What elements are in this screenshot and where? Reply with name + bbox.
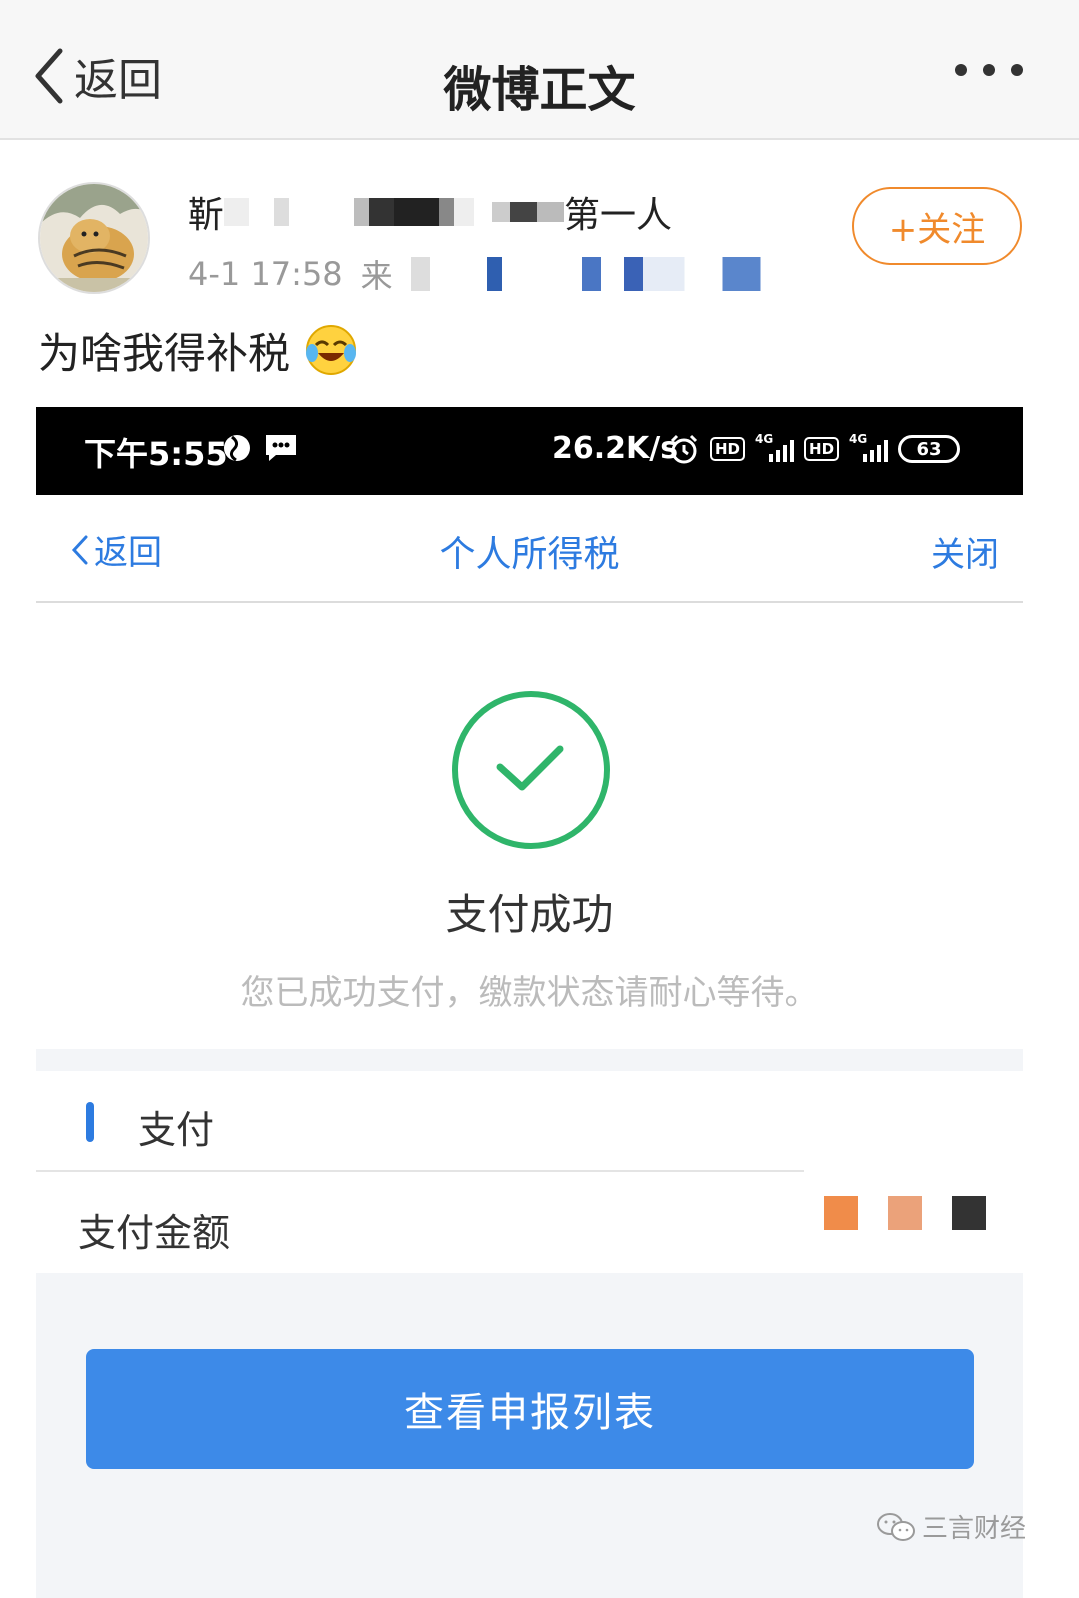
hd-badge: HD <box>710 437 746 461</box>
network-globe-icon <box>224 435 250 462</box>
follow-button[interactable]: +关注 <box>852 187 1022 265</box>
close-button[interactable]: 关闭 <box>931 527 999 576</box>
page-title: 微博正文 <box>443 62 636 118</box>
watermark-text: 三言财经 <box>922 1514 1027 1544</box>
battery-indicator: 63 <box>898 435 961 463</box>
section-separator <box>36 1049 1023 1071</box>
author-name[interactable]: 靳 第一人 <box>188 188 672 236</box>
section-accent-bar <box>86 1102 94 1142</box>
tax-page-title: 个人所得税 <box>439 534 620 575</box>
post-text: 为啥我得补税 <box>38 320 358 380</box>
page: 返回 微博正文 靳 第一人 4-1 17:58 来 +关注 为啥我得补税 下午5… <box>0 0 1079 1598</box>
status-right-icons: HD 4G HD 4G 63 <box>668 432 961 465</box>
payment-section-header: 支付 <box>36 1071 1023 1171</box>
hd-badge: HD <box>804 437 840 461</box>
redaction-mosaic <box>474 202 565 222</box>
payment-amount-row: 支付金额 <box>36 1172 1023 1272</box>
network-speed: 26.2K/s <box>552 431 679 466</box>
amount-label: 支付金额 <box>78 1211 231 1255</box>
redaction-mosaic <box>224 198 475 226</box>
weibo-nav-bar: 返回 微博正文 <box>0 0 1079 140</box>
status-bar: 下午5:55 26.2K/s HD 4G HD 4G 63 <box>36 407 1023 495</box>
section-label: 支付 <box>138 1108 215 1152</box>
redaction-mosaic <box>824 1196 986 1230</box>
view-declaration-list-button[interactable]: 查看申报列表 <box>86 1349 974 1469</box>
signal-strength-icon: 4G <box>755 432 795 462</box>
network-type-label: 4G <box>849 432 868 446</box>
post-text-content: 为啥我得补税 <box>38 328 291 378</box>
laugh-cry-emoji-icon <box>306 325 357 375</box>
network-type-label: 4G <box>755 432 774 446</box>
embedded-screenshot: 下午5:55 26.2K/s HD 4G HD 4G 63 返回 个人所得税 关… <box>36 407 1023 1598</box>
redaction-mosaic <box>410 257 791 291</box>
success-check-icon <box>452 691 610 849</box>
signal-strength-icon: 4G <box>849 432 889 462</box>
more-options-icon[interactable] <box>955 64 1023 76</box>
wechat-icon <box>877 1512 915 1541</box>
success-title: 支付成功 <box>445 890 614 939</box>
success-subtitle: 您已成功支付，缴款状态请耐心等待。 <box>240 973 819 1013</box>
author-name-start: 靳 <box>188 195 225 236</box>
message-icon <box>266 435 296 461</box>
avatar[interactable] <box>38 182 150 294</box>
watermark: 三言财经 <box>876 1508 1026 1545</box>
status-left-icons <box>222 433 298 463</box>
alarm-icon <box>670 434 698 464</box>
tax-nav-bar: 返回 个人所得税 关闭 <box>36 495 1023 603</box>
post-meta: 4-1 17:58 来 <box>188 252 791 296</box>
post-time: 4-1 17:58 <box>188 255 343 293</box>
status-time: 下午5:55 <box>84 435 228 473</box>
post-source-prefix: 来 <box>360 257 393 295</box>
bottom-action-area: 查看申报列表 <box>36 1273 1023 1598</box>
author-name-end: 第一人 <box>564 195 673 236</box>
